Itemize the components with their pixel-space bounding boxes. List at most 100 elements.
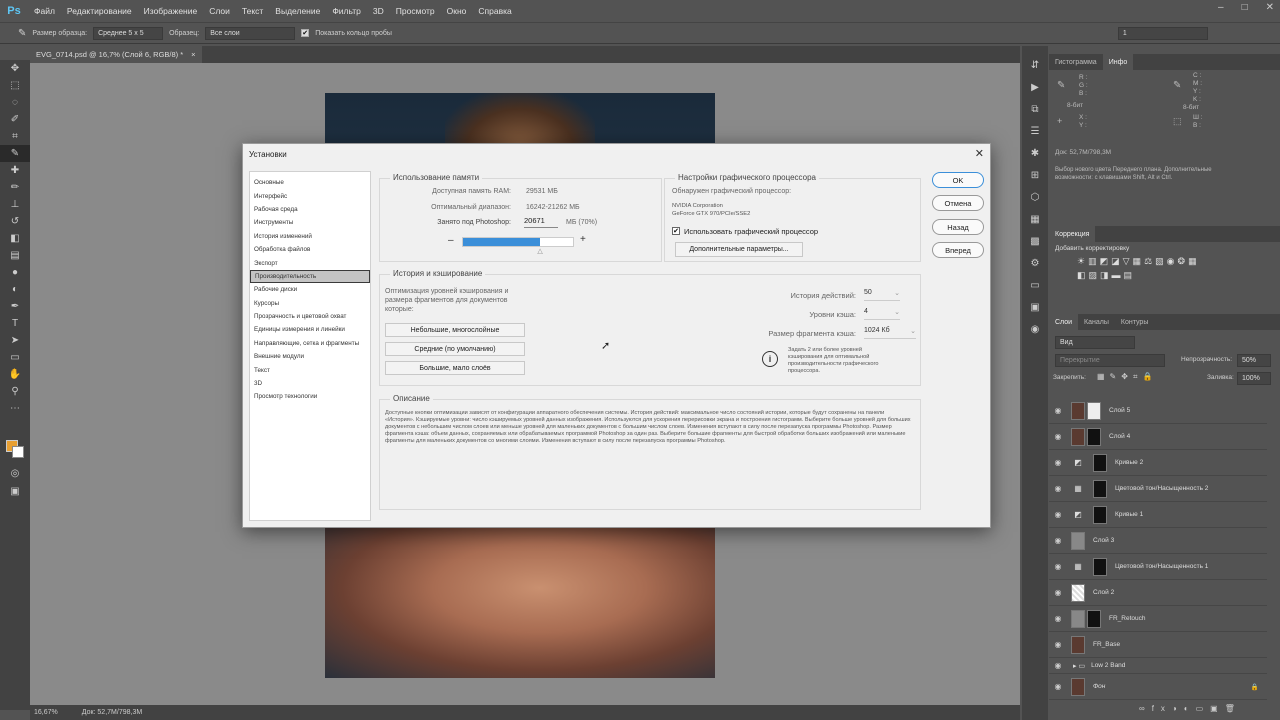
eye-icon[interactable]: ◉	[1049, 640, 1067, 649]
balance-icon[interactable]: ⚖	[1144, 256, 1152, 267]
eye-icon[interactable]: ◉	[1049, 510, 1067, 519]
eye-icon[interactable]: ◉	[1049, 588, 1067, 597]
next-button[interactable]: Вперед	[932, 242, 984, 258]
nav-plugins[interactable]: Внешние модули	[250, 350, 370, 363]
quick-select-tool-icon[interactable]: ✐	[0, 111, 30, 128]
nav-transparency[interactable]: Прозрачность и цветовой охват	[250, 310, 370, 323]
eyedropper-icon[interactable]: ✎	[18, 28, 26, 39]
nav-guides[interactable]: Направляющие, сетка и фрагменты	[250, 337, 370, 350]
lock-icons[interactable]: ▦✎✥⌗🔒	[1097, 372, 1157, 382]
tab-histogram[interactable]: Гистограмма	[1049, 54, 1103, 70]
eye-icon[interactable]: ◉	[1049, 458, 1067, 467]
menu-edit[interactable]: Редактирование	[61, 6, 138, 16]
mixer-icon[interactable]: ❂	[1178, 256, 1186, 267]
tab-info[interactable]: Инфо	[1102, 54, 1134, 70]
hue-icon[interactable]: ▦	[1133, 256, 1142, 267]
gpu-advanced-button[interactable]: Дополнительные параметры...	[675, 242, 803, 257]
show-ring-checkbox[interactable]: ✔	[301, 29, 310, 37]
photo-filter-icon[interactable]: ◉	[1167, 256, 1175, 267]
layer-row[interactable]: ◉ Слой 4	[1049, 424, 1267, 450]
minimize-button[interactable]: –	[1218, 2, 1224, 13]
layer-row[interactable]: ◉ Слой 2	[1049, 580, 1267, 606]
close-window-button[interactable]: ✕	[1266, 2, 1274, 13]
bw-icon[interactable]: ▧	[1155, 256, 1164, 267]
menu-file[interactable]: Файл	[28, 6, 61, 16]
navigator-icon[interactable]: ⚙	[1022, 252, 1048, 274]
libraries-icon[interactable]: ▦	[1022, 208, 1048, 230]
tab-paths[interactable]: Контуры	[1115, 314, 1154, 330]
screen-mode-icon[interactable]: ▣	[0, 483, 30, 500]
path-select-icon[interactable]: ➤	[0, 332, 30, 349]
opacity-field[interactable]: 50%	[1237, 354, 1271, 367]
swatches-icon[interactable]: ▩	[1022, 230, 1048, 252]
nav-cursors[interactable]: Курсоры	[250, 297, 370, 310]
eye-icon[interactable]: ◉	[1049, 661, 1067, 670]
memory-plus-button[interactable]: +	[580, 234, 586, 245]
menu-view[interactable]: Просмотр	[390, 6, 441, 16]
eye-icon[interactable]: ◉	[1049, 484, 1067, 493]
cancel-button[interactable]: Отмена	[932, 195, 984, 211]
lookup-icon[interactable]: ▦	[1188, 256, 1197, 267]
marquee-tool-icon[interactable]: ⬚	[0, 77, 30, 94]
workspace-field[interactable]: 1	[1117, 26, 1208, 40]
zoom-level[interactable]: 16,67%	[34, 709, 58, 716]
3d-icon[interactable]: ⬡	[1022, 186, 1048, 208]
layer-filter-select[interactable]: Вид	[1055, 336, 1135, 349]
close-tab-icon[interactable]: ×	[191, 50, 195, 59]
maximize-button[interactable]: □	[1242, 2, 1248, 13]
pen-tool-icon[interactable]: ✒	[0, 298, 30, 315]
menu-select[interactable]: Выделение	[269, 6, 326, 16]
layer-row[interactable]: ◉ ▦ Цветовой тон/Насыщенность 1	[1049, 554, 1267, 580]
document-tab[interactable]: EVG_0714.psd @ 16,7% (Слой 6, RGB/8) * ×	[30, 46, 202, 63]
photoshop-ram-input[interactable]: 20671	[524, 216, 558, 228]
layer-row[interactable]: ◉ Слой 5	[1049, 398, 1267, 424]
hand-tool-icon[interactable]: ✋	[0, 366, 30, 383]
healing-tool-icon[interactable]: ✚	[0, 162, 30, 179]
history-brush-icon[interactable]: ↺	[0, 213, 30, 230]
history-icon[interactable]: ⧉	[1022, 98, 1048, 120]
cache-tile-field[interactable]: 1024 Кб ⌄	[864, 327, 916, 339]
glyphs-icon[interactable]: ◉	[1022, 318, 1048, 340]
type-tool-icon[interactable]: T	[0, 315, 30, 332]
big-flat-button[interactable]: Большие, мало слоёв	[385, 361, 525, 375]
eye-icon[interactable]: ◉	[1049, 614, 1067, 623]
zoom-tool-icon[interactable]: ⚲	[0, 383, 30, 400]
nav-technology-previews[interactable]: Просмотр технологии	[250, 390, 370, 403]
levels-icon[interactable]: ▥	[1088, 256, 1097, 267]
invert-icon[interactable]: ◧	[1077, 270, 1086, 281]
layer-row[interactable]: ◉ ◩ Кривые 1	[1049, 502, 1267, 528]
nav-export[interactable]: Экспорт	[250, 256, 370, 269]
quick-mask-icon[interactable]: ◎	[0, 465, 30, 482]
memory-slider-track[interactable]	[462, 237, 574, 247]
crop-tool-icon[interactable]: ⌗	[0, 128, 30, 145]
menu-filter[interactable]: Фильтр	[326, 6, 367, 16]
tall-thin-button[interactable]: Небольшие, многослойные	[385, 323, 525, 337]
clone-source-icon[interactable]: ⊞	[1022, 164, 1048, 186]
default-button[interactable]: Средние (по умолчанию)	[385, 342, 525, 356]
nav-type[interactable]: Текст	[250, 363, 370, 376]
nav-file-handling[interactable]: Обработка файлов	[250, 243, 370, 256]
brightness-icon[interactable]: ☀	[1077, 256, 1085, 267]
cache-levels-field[interactable]: 4 ⌄	[864, 308, 900, 320]
posterize-icon[interactable]: ▨	[1089, 270, 1098, 281]
eye-icon[interactable]: ◉	[1049, 432, 1067, 441]
use-gpu-checkbox[interactable]: ✔	[672, 227, 680, 235]
ok-button[interactable]: OK	[932, 172, 984, 188]
tab-layers[interactable]: Слои	[1049, 314, 1079, 330]
nav-3d[interactable]: 3D	[250, 377, 370, 390]
gradient-map-icon[interactable]: ▬	[1112, 270, 1121, 281]
nav-interface[interactable]: Интерфейс	[250, 189, 370, 202]
sample-select[interactable]: Все слои	[205, 26, 296, 40]
tab-corrections[interactable]: Коррекция	[1049, 226, 1096, 242]
stamp-tool-icon[interactable]: ⊥	[0, 196, 30, 213]
fill-field[interactable]: 100%	[1237, 372, 1271, 385]
blur-tool-icon[interactable]: ●	[0, 264, 30, 281]
memory-slider-thumb[interactable]: △	[537, 247, 542, 255]
background-color[interactable]	[12, 446, 24, 458]
nav-units[interactable]: Единицы измерения и линейки	[250, 323, 370, 336]
history-states-field[interactable]: 50 ⌄	[864, 289, 900, 301]
nav-history-log[interactable]: История изменений	[250, 230, 370, 243]
play-icon[interactable]: ▶	[1022, 76, 1048, 98]
brush-tool-icon[interactable]: ✏	[0, 179, 30, 196]
shape-tool-icon[interactable]: ▭	[0, 349, 30, 366]
